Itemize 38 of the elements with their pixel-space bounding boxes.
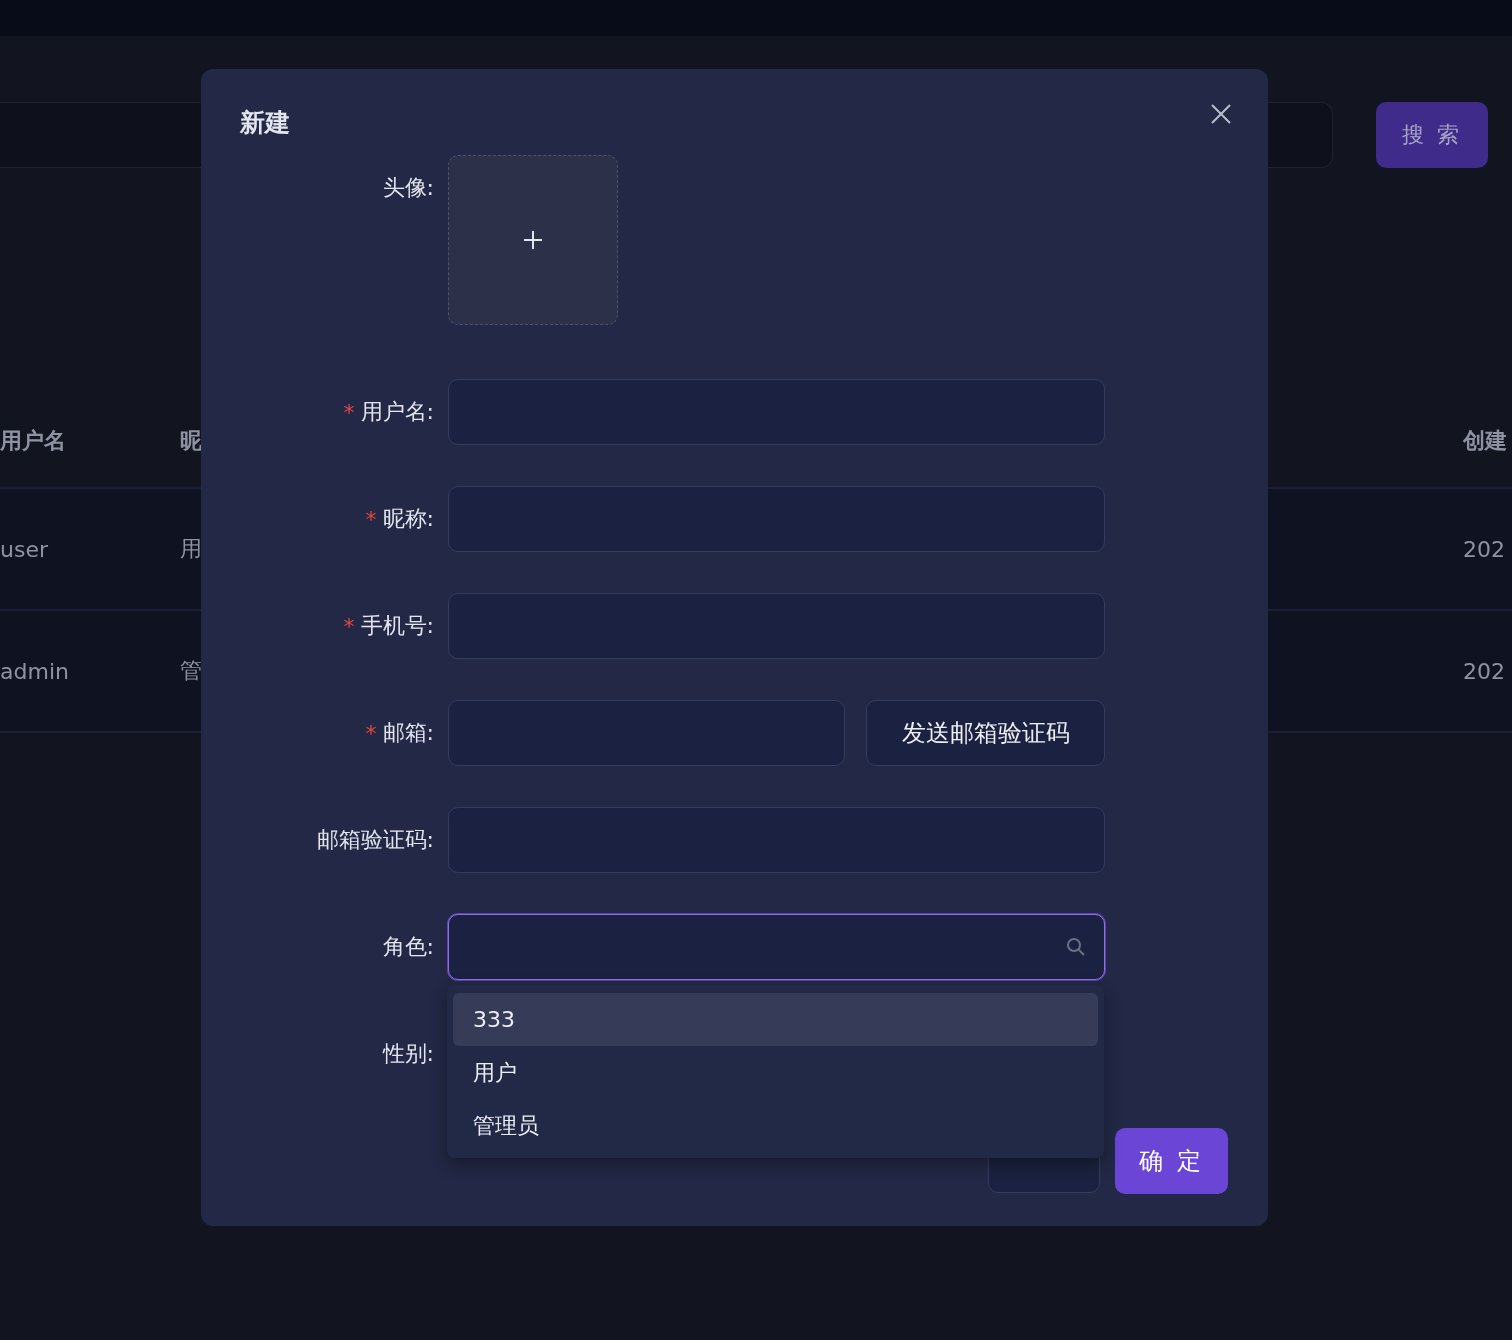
required-marker: * (343, 613, 355, 639)
column-header: 用户名 (0, 428, 66, 453)
field-label: 昵称: (382, 505, 434, 533)
dropdown-option[interactable]: 333 (453, 993, 1098, 1046)
field-label: 邮箱: (382, 719, 434, 747)
dropdown-option[interactable]: 管理员 (453, 1099, 1098, 1152)
field-label: 角色: (382, 933, 434, 961)
table-cell: 202 (1463, 658, 1505, 684)
field-label: 手机号: (360, 612, 434, 640)
table-cell: 用 (180, 536, 202, 561)
dialog-title: 新建 (240, 107, 290, 139)
input-field[interactable] (448, 486, 1105, 552)
field-label: 邮箱验证码: (316, 826, 434, 854)
field-label: 头像: (382, 174, 434, 202)
required-marker: * (365, 720, 377, 746)
field-label: 用户名: (360, 398, 434, 426)
input-field[interactable] (448, 593, 1105, 659)
table-cell: admin (0, 658, 69, 684)
confirm-button[interactable]: 确 定 (1115, 1128, 1228, 1194)
input-field[interactable] (448, 807, 1105, 873)
table-cell: 管 (180, 658, 202, 683)
column-header: 创建 (1463, 428, 1507, 453)
required-marker: * (343, 399, 355, 425)
plus-icon (523, 230, 543, 250)
search-button[interactable]: 搜 索 (1376, 102, 1488, 168)
required-marker: * (365, 506, 377, 532)
upload-box[interactable] (448, 155, 618, 325)
search-icon (1066, 937, 1086, 957)
select-field[interactable] (448, 914, 1105, 980)
send-code-button[interactable]: 发送邮箱验证码 (866, 700, 1105, 766)
field-label: 性别: (382, 1040, 434, 1068)
close-icon[interactable] (1210, 103, 1232, 125)
input-field[interactable] (448, 379, 1105, 445)
table-cell: user (0, 536, 48, 562)
column-header: 昵 (180, 428, 202, 453)
dropdown-option[interactable]: 用户 (453, 1046, 1098, 1099)
input-field[interactable] (448, 700, 845, 766)
table-cell: 202 (1463, 536, 1505, 562)
